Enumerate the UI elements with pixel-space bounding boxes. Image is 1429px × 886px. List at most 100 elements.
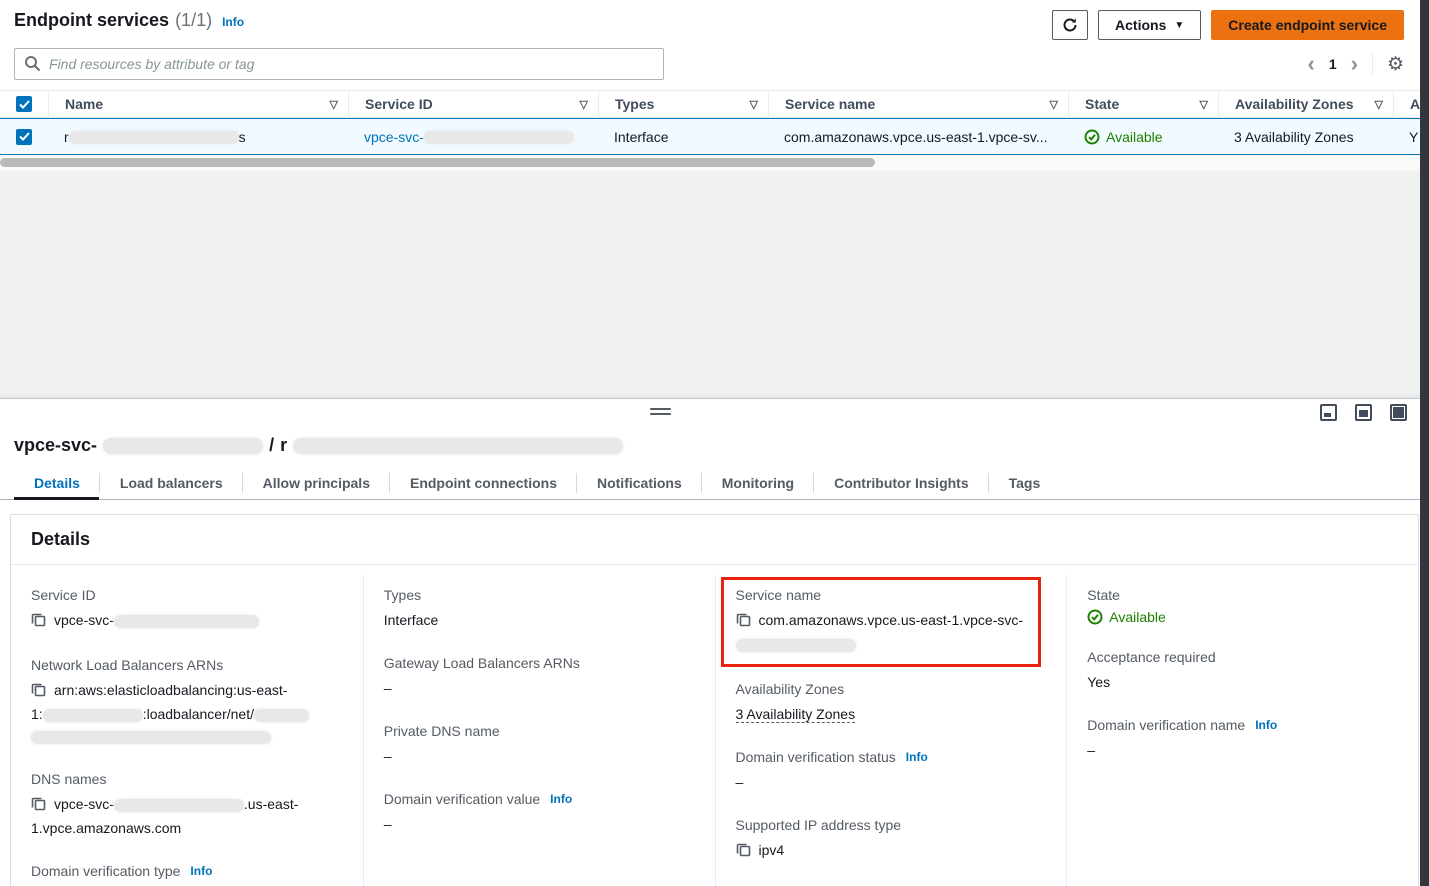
name-fragment: r	[64, 129, 69, 145]
filter-icon[interactable]: ▽	[330, 98, 338, 111]
column-header-service-name[interactable]: Service name ▽	[768, 91, 1068, 117]
filter-icon[interactable]: ▽	[1050, 98, 1058, 111]
filter-icon[interactable]: ▽	[750, 98, 758, 111]
table-header-row: Name ▽ Service ID ▽ Types ▽ Service name…	[0, 91, 1420, 118]
column-header-name[interactable]: Name ▽	[48, 91, 348, 117]
endpoint-services-list-section: Endpoint services (1/1) Info Actions ▼ C…	[0, 0, 1420, 171]
redacted-text	[736, 639, 856, 652]
row-checkbox[interactable]	[16, 129, 32, 145]
row-select-cell	[0, 129, 48, 145]
column-label-acceptance: A	[1410, 96, 1420, 112]
details-column-1: Service ID vpce-svc- Network Load Balanc…	[11, 575, 363, 886]
field-service-id: Service ID vpce-svc-	[31, 587, 343, 633]
column-header-service-id[interactable]: Service ID ▽	[348, 91, 598, 117]
tab-endpoint-connections[interactable]: Endpoint connections	[390, 466, 577, 499]
tab-notifications[interactable]: Notifications	[577, 466, 702, 499]
info-link[interactable]: Info	[1255, 718, 1277, 732]
select-all-checkbox[interactable]	[16, 96, 32, 112]
window-edge-strip	[1420, 0, 1429, 886]
field-label: Private DNS name	[384, 723, 695, 739]
value-fragment: com.amazonaws.vpce.us-east-1.vpce-svc-	[759, 609, 1024, 631]
field-label: Service name	[736, 587, 1027, 603]
tab-contributor-insights[interactable]: Contributor Insights	[814, 466, 989, 499]
cell-availability-zones: 3 Availability Zones	[1218, 129, 1393, 145]
actions-button[interactable]: Actions ▼	[1098, 10, 1201, 40]
status-available-icon	[1087, 609, 1103, 625]
filter-icon[interactable]: ▽	[1200, 98, 1208, 111]
field-state: State Available	[1087, 587, 1398, 625]
service-id-fragment: vpce-svc-	[364, 129, 424, 145]
service-id-link[interactable]: vpce-svc-	[364, 129, 574, 145]
create-endpoint-service-button[interactable]: Create endpoint service	[1211, 10, 1404, 40]
select-all-cell	[0, 91, 48, 117]
copy-icon[interactable]	[736, 841, 751, 863]
field-label: DNS names	[31, 771, 343, 787]
horizontal-scrollbar-thumb[interactable]	[0, 158, 875, 167]
redacted-text	[43, 709, 143, 722]
service-name-highlight-box: Service name com.amazonaws.vpce.us-east-…	[721, 577, 1042, 667]
next-page-button[interactable]: ›	[1351, 54, 1358, 74]
header-info-link[interactable]: Info	[222, 15, 244, 29]
field-label: Gateway Load Balancers ARNs	[384, 655, 695, 671]
endpoint-services-table: Name ▽ Service ID ▽ Types ▽ Service name…	[0, 90, 1420, 155]
column-label-service-name: Service name	[785, 96, 875, 112]
info-link[interactable]: Info	[906, 750, 928, 764]
field-supported-ip-type: Supported IP address type ipv4	[736, 817, 1047, 863]
table-row[interactable]: rs vpce-svc- Interface com.amazonaws.vpc…	[0, 118, 1420, 155]
panel-size-half-icon[interactable]	[1355, 404, 1372, 421]
redacted-text	[103, 438, 263, 454]
field-nlb-arns: Network Load Balancers ARNs arn:aws:elas…	[31, 657, 343, 747]
search-input[interactable]	[14, 48, 664, 80]
info-link[interactable]: Info	[550, 792, 572, 806]
tab-details[interactable]: Details	[14, 466, 100, 499]
info-link[interactable]: Info	[190, 864, 212, 878]
copy-icon[interactable]	[736, 611, 751, 633]
panel-title-fragment: r	[280, 435, 287, 456]
column-header-availability-zones[interactable]: Availability Zones ▽	[1218, 91, 1393, 117]
field-acceptance-required: Acceptance required Yes	[1087, 649, 1398, 693]
field-private-dns-name: Private DNS name –	[384, 723, 695, 767]
copy-icon[interactable]	[31, 611, 46, 633]
column-label-az: Availability Zones	[1235, 96, 1354, 112]
state-label: Available	[1106, 129, 1163, 145]
current-page[interactable]: 1	[1329, 56, 1337, 72]
tab-load-balancers[interactable]: Load balancers	[100, 466, 243, 499]
tab-tags[interactable]: Tags	[989, 466, 1061, 499]
field-label: Service ID	[31, 587, 343, 603]
preferences-gear-icon[interactable]: ⚙	[1387, 53, 1404, 76]
availability-zones-popover-link[interactable]: 3 Availability Zones	[736, 706, 856, 723]
cell-state: Available	[1068, 129, 1218, 145]
empty-value: –	[384, 677, 695, 699]
status-available-icon	[1084, 129, 1100, 145]
availability-zones-popover-link[interactable]: 3 Availability Zones	[1234, 129, 1354, 145]
tab-allow-principals[interactable]: Allow principals	[243, 466, 390, 499]
actions-label: Actions	[1115, 17, 1166, 33]
filter-icon[interactable]: ▽	[580, 98, 588, 111]
copy-icon[interactable]	[31, 795, 46, 817]
tab-monitoring[interactable]: Monitoring	[702, 466, 814, 499]
column-header-state[interactable]: State ▽	[1068, 91, 1218, 117]
redacted-text	[293, 438, 623, 454]
prev-page-button[interactable]: ‹	[1308, 54, 1315, 74]
cell-types: Interface	[598, 129, 768, 145]
field-label: Availability Zones	[736, 681, 1047, 697]
field-glb-arns: Gateway Load Balancers ARNs –	[384, 655, 695, 699]
column-label-name: Name	[65, 96, 103, 112]
panel-size-small-icon[interactable]	[1320, 404, 1337, 421]
panel-size-full-icon[interactable]	[1390, 404, 1407, 421]
name-fragment: s	[239, 129, 246, 145]
list-header: Endpoint services (1/1) Info Actions ▼ C…	[0, 0, 1420, 46]
field-label: Domain verification status	[736, 749, 896, 765]
cell-service-name: com.amazonaws.vpce.us-east-1.vpce-sv...	[768, 129, 1068, 145]
refresh-icon	[1062, 17, 1078, 33]
panel-drag-handle[interactable]	[650, 408, 671, 418]
column-header-types[interactable]: Types ▽	[598, 91, 768, 117]
cell-name: rs	[48, 129, 348, 145]
redacted-text	[114, 799, 244, 812]
field-label: Domain verification value	[384, 791, 540, 807]
field-dns-names: DNS names vpce-svc-.us-east- 1.vpce.amaz…	[31, 771, 343, 839]
refresh-button[interactable]	[1052, 10, 1088, 40]
content-background	[0, 171, 1429, 398]
filter-icon[interactable]: ▽	[1375, 98, 1383, 111]
copy-icon[interactable]	[31, 681, 46, 703]
